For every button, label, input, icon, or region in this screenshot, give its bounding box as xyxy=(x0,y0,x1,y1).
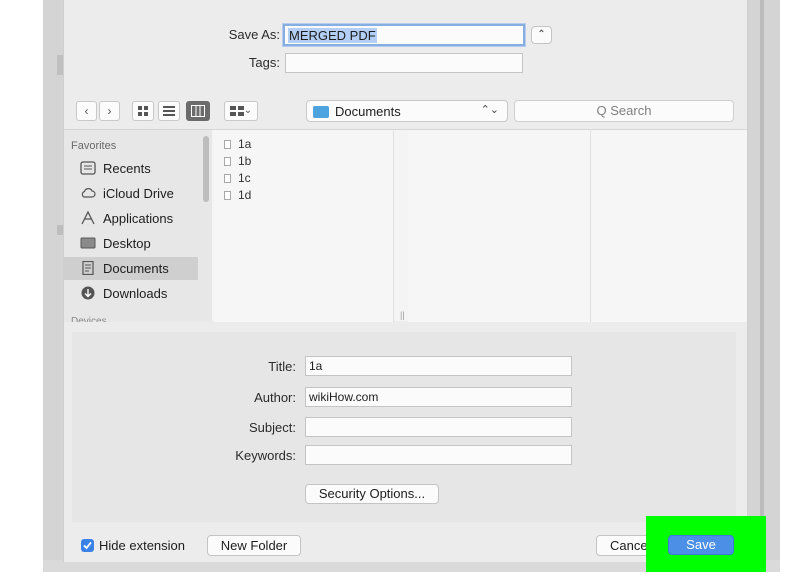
location-label: Documents xyxy=(335,104,401,119)
new-folder-button[interactable]: New Folder xyxy=(207,535,301,556)
save-as-field[interactable]: MERGED PDF xyxy=(283,24,525,46)
author-label: Author: xyxy=(254,390,296,405)
document-icon xyxy=(224,157,231,166)
security-options-button[interactable]: Security Options... xyxy=(305,484,439,504)
documents-icon xyxy=(82,261,94,275)
file-item-1d[interactable]: 1d xyxy=(224,188,251,202)
sidebar-item-recents[interactable]: Recents xyxy=(64,157,198,180)
location-popup[interactable]: Documents ⌃⌄ xyxy=(306,100,508,122)
tags-label: Tags: xyxy=(248,55,280,70)
file-name: 1b xyxy=(238,154,252,168)
recents-icon xyxy=(80,161,96,175)
keywords-label: Keywords: xyxy=(235,448,296,463)
applications-icon xyxy=(81,211,95,225)
chevron-down-icon: ⌄ xyxy=(243,105,253,116)
file-item-1b[interactable]: 1b xyxy=(224,154,251,168)
checkmark-icon xyxy=(83,541,92,550)
save-as-value: MERGED PDF xyxy=(288,28,377,43)
document-icon xyxy=(224,174,231,183)
downloads-icon xyxy=(81,286,95,300)
sidebar-item-label: Downloads xyxy=(103,286,168,301)
hide-extension-label: Hide extension xyxy=(99,538,185,553)
sidebar-item-applications[interactable]: Applications xyxy=(64,207,198,230)
title-label: Title: xyxy=(268,359,296,374)
keywords-field[interactable] xyxy=(305,445,572,465)
file-name: 1a xyxy=(238,137,252,151)
chevron-left-icon: ‹ xyxy=(84,104,89,118)
pdf-options-panel: Title: 1a Author: wikiHow.com Subject: K… xyxy=(72,332,736,522)
document-icon xyxy=(224,140,231,149)
sidebar-item-icloud-drive[interactable]: iCloud Drive xyxy=(64,182,198,205)
updown-chevron-icon: ⌃⌄ xyxy=(480,104,499,116)
background-window-right xyxy=(748,0,780,572)
subject-label: Subject: xyxy=(249,420,296,435)
file-name: 1d xyxy=(238,188,252,202)
folder-icon xyxy=(313,106,329,118)
chevron-right-icon: › xyxy=(107,104,112,118)
column-view-button[interactable] xyxy=(186,101,210,121)
icon-view-button[interactable] xyxy=(132,101,154,121)
sidebar-scrollbar[interactable] xyxy=(203,136,209,202)
expand-toggle-button[interactable]: ⌃ xyxy=(531,26,552,44)
sidebar-item-downloads[interactable]: Downloads xyxy=(64,282,198,305)
file-item-1c[interactable]: 1c xyxy=(224,171,251,185)
search-placeholder: Q Search xyxy=(596,103,652,118)
group-by-button[interactable]: ⌄ xyxy=(224,101,258,121)
empty-column xyxy=(591,130,747,322)
browser-toolbar: ‹ › ⌄ Documents ⌃⌄ Q Search xyxy=(72,99,736,123)
sidebar-item-label: Documents xyxy=(103,261,169,276)
tags-field[interactable] xyxy=(285,53,523,73)
hide-extension-checkbox[interactable] xyxy=(81,539,94,552)
sidebar-item-documents[interactable]: Documents xyxy=(64,257,198,280)
document-icon xyxy=(224,191,231,200)
icon-view-icon xyxy=(138,106,148,116)
sidebar-item-label: Desktop xyxy=(103,236,151,251)
column-resize-grip[interactable]: || xyxy=(400,310,405,320)
list-view-button[interactable] xyxy=(158,101,180,121)
save-as-label: Save As: xyxy=(228,27,280,42)
sidebar-item-label: Recents xyxy=(103,161,151,176)
background-window-left xyxy=(43,0,63,572)
cloud-icon xyxy=(81,188,96,198)
title-field[interactable]: 1a xyxy=(305,356,572,376)
sidebar-item-label: iCloud Drive xyxy=(103,186,174,201)
subject-field[interactable] xyxy=(305,417,572,437)
sidebar-heading-favorites: Favorites xyxy=(71,140,117,152)
back-button[interactable]: ‹ xyxy=(76,101,97,121)
column-view-icon xyxy=(191,105,205,117)
save-button[interactable]: Save xyxy=(668,535,734,555)
file-browser: Favorites Recents iCloud Drive Applicati… xyxy=(64,129,747,322)
file-item-1a[interactable]: 1a xyxy=(224,137,251,151)
forward-button[interactable]: › xyxy=(99,101,120,121)
empty-column xyxy=(408,130,591,322)
sidebar-item-label: Applications xyxy=(103,211,174,226)
sidebar-item-desktop[interactable]: Desktop xyxy=(64,232,198,255)
author-field[interactable]: wikiHow.com xyxy=(305,387,572,407)
search-field[interactable]: Q Search xyxy=(514,100,734,122)
desktop-icon xyxy=(80,237,96,249)
list-view-icon xyxy=(163,106,175,116)
file-name: 1c xyxy=(238,171,251,185)
file-column: 1a 1b 1c 1d xyxy=(214,130,394,322)
gallery-icon xyxy=(229,106,244,116)
sidebar-heading-devices: Devices xyxy=(71,316,107,322)
sidebar: Favorites Recents iCloud Drive Applicati… xyxy=(64,130,212,322)
